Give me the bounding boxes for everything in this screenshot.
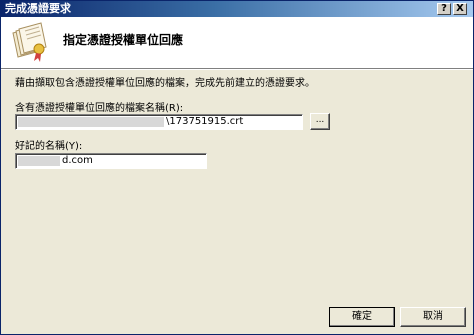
friendly-name-input[interactable]: d.com [15, 153, 207, 169]
response-file-label: 含有憑證授權單位回應的檔案名稱(R): [15, 103, 184, 114]
complete-certificate-request-dialog: 完成憑證要求 ? X 指定憑證授權單位回應 藉由擷取包含憑證授權單位回應的檔案，… [0, 0, 474, 335]
certificate-stack-icon [12, 22, 47, 62]
friendly-name-value: d.com [62, 155, 93, 166]
header-divider [1, 68, 473, 70]
header-title: 指定憑證授權單位回應 [63, 33, 184, 47]
dialog-header: 指定憑證授權單位回應 [1, 17, 473, 68]
help-icon: ? [441, 3, 447, 14]
friendly-name-label: 好記的名稱(Y): [15, 141, 83, 152]
close-icon: X [456, 3, 464, 14]
redacted-path [18, 117, 164, 127]
window-title: 完成憑證要求 [5, 2, 71, 15]
redacted-name [18, 156, 60, 166]
close-button[interactable]: X [453, 3, 467, 15]
title-bar[interactable]: 完成憑證要求 ? X [1, 1, 473, 17]
cancel-button[interactable]: 取消 [400, 307, 466, 327]
response-file-input[interactable]: \173751915.crt [15, 114, 303, 130]
help-button[interactable]: ? [437, 3, 451, 15]
description-text: 藉由擷取包含憑證授權單位回應的檔案，完成先前建立的憑證要求。 [15, 78, 315, 89]
browse-button[interactable]: ... [310, 113, 330, 130]
response-file-value: \173751915.crt [166, 116, 244, 127]
ok-button[interactable]: 確定 [329, 307, 395, 327]
